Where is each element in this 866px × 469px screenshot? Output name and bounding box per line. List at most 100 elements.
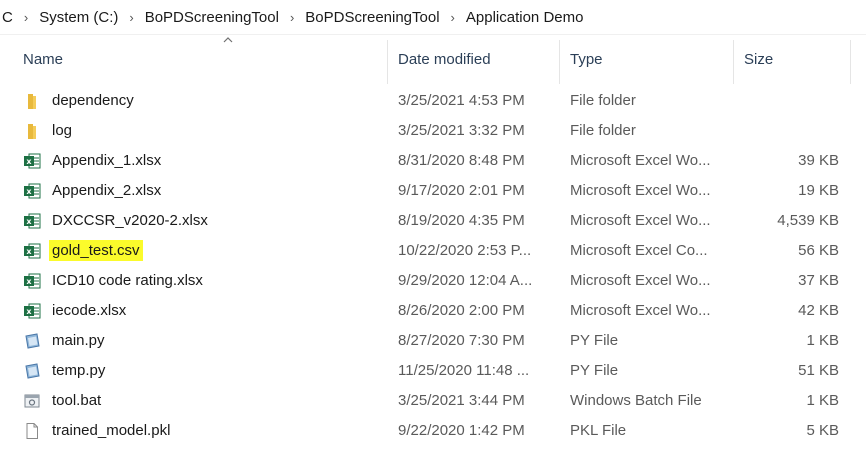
file-row[interactable]: x Appendix_2.xlsx 9/17/2020 2:01 PM Micr… bbox=[0, 176, 866, 206]
excel-icon: x bbox=[24, 213, 41, 229]
file-date: 3/25/2021 3:44 PM bbox=[398, 392, 525, 409]
svg-text:x: x bbox=[26, 247, 32, 256]
file-list: dependency 3/25/2021 4:53 PM File folder… bbox=[0, 86, 866, 446]
excel-icon: x bbox=[24, 183, 41, 199]
column-header-name-label: Name bbox=[23, 50, 64, 68]
file-size: 5 KB bbox=[806, 422, 839, 439]
excel-icon: x bbox=[24, 153, 41, 169]
file-date: 9/17/2020 2:01 PM bbox=[398, 182, 525, 199]
excel-icon: x bbox=[24, 303, 41, 319]
file-name: main.py bbox=[52, 332, 105, 349]
column-header-type-label: Type bbox=[570, 50, 603, 68]
file-type: File folder bbox=[570, 122, 636, 139]
file-name: Appendix_2.xlsx bbox=[52, 182, 162, 199]
file-name: log bbox=[52, 122, 73, 139]
file-row[interactable]: dependency 3/25/2021 4:53 PM File folder bbox=[0, 86, 866, 116]
column-header-size[interactable]: Size bbox=[744, 34, 844, 84]
file-date: 11/25/2020 11:48 ... bbox=[398, 362, 530, 379]
file-name: tool.bat bbox=[52, 392, 102, 409]
folder-icon bbox=[28, 124, 36, 139]
column-divider[interactable] bbox=[559, 40, 560, 84]
python-file-icon bbox=[25, 333, 40, 349]
file-size: 1 KB bbox=[806, 392, 839, 409]
file-row[interactable]: x ICD10 code rating.xlsx 9/29/2020 12:04… bbox=[0, 266, 866, 296]
file-type: Microsoft Excel Co... bbox=[570, 242, 708, 259]
file-name: DXCCSR_v2020-2.xlsx bbox=[52, 212, 208, 229]
excel-csv-icon: x bbox=[24, 243, 41, 259]
breadcrumb: C › System (C:) › BoPDScreeningTool › Bo… bbox=[0, 0, 866, 35]
file-type: Microsoft Excel Wo... bbox=[570, 302, 711, 319]
breadcrumb-item-bopdscreeningtool-inner[interactable]: BoPDScreeningTool bbox=[302, 9, 442, 26]
chevron-right-icon[interactable]: › bbox=[282, 10, 302, 25]
file-size: 51 KB bbox=[798, 362, 839, 379]
file-row[interactable]: trained_model.pkl 9/22/2020 1:42 PM PKL … bbox=[0, 416, 866, 446]
file-date: 8/31/2020 8:48 PM bbox=[398, 152, 525, 169]
file-date: 8/19/2020 4:35 PM bbox=[398, 212, 525, 229]
file-date: 8/27/2020 7:30 PM bbox=[398, 332, 525, 349]
file-size: 19 KB bbox=[798, 182, 839, 199]
file-row[interactable]: x DXCCSR_v2020-2.xlsx 8/19/2020 4:35 PM … bbox=[0, 206, 866, 236]
svg-text:x: x bbox=[26, 187, 32, 196]
file-row[interactable]: main.py 8/27/2020 7:30 PM PY File 1 KB bbox=[0, 326, 866, 356]
file-name: gold_test.csv bbox=[49, 236, 143, 266]
svg-text:x: x bbox=[26, 307, 32, 316]
column-divider[interactable] bbox=[850, 40, 851, 84]
breadcrumb-item-application-demo[interactable]: Application Demo bbox=[463, 9, 587, 26]
file-date: 3/25/2021 4:53 PM bbox=[398, 92, 525, 109]
file-row[interactable]: x Appendix_1.xlsx 8/31/2020 8:48 PM Micr… bbox=[0, 146, 866, 176]
file-size: 37 KB bbox=[798, 272, 839, 289]
breadcrumb-item-c[interactable]: C bbox=[0, 9, 16, 26]
batch-file-icon bbox=[24, 394, 40, 408]
column-header-name[interactable]: Name bbox=[23, 34, 383, 84]
column-header-date-label: Date modified bbox=[398, 50, 491, 68]
file-size: 1 KB bbox=[806, 332, 839, 349]
file-row[interactable]: log 3/25/2021 3:32 PM File folder bbox=[0, 116, 866, 146]
file-type: File folder bbox=[570, 92, 636, 109]
file-size: 39 KB bbox=[798, 152, 839, 169]
file-size: 42 KB bbox=[798, 302, 839, 319]
column-header-row: Name Date modified Type Size bbox=[0, 34, 866, 84]
column-header-date[interactable]: Date modified bbox=[398, 34, 558, 84]
file-type: PY File bbox=[570, 332, 619, 349]
file-name: Appendix_1.xlsx bbox=[52, 152, 162, 169]
file-name: dependency bbox=[52, 92, 134, 109]
file-size: 4,539 KB bbox=[777, 212, 839, 229]
file-type: Microsoft Excel Wo... bbox=[570, 182, 711, 199]
svg-text:x: x bbox=[26, 157, 32, 166]
column-divider[interactable] bbox=[733, 40, 734, 84]
file-date: 9/22/2020 1:42 PM bbox=[398, 422, 525, 439]
breadcrumb-item-system-c[interactable]: System (C:) bbox=[36, 9, 121, 26]
file-name: iecode.xlsx bbox=[52, 302, 127, 319]
file-date: 9/29/2020 12:04 A... bbox=[398, 272, 533, 289]
column-header-size-label: Size bbox=[744, 50, 774, 68]
file-name: temp.py bbox=[52, 362, 106, 379]
breadcrumb-item-bopdscreeningtool[interactable]: BoPDScreeningTool bbox=[142, 9, 282, 26]
chevron-right-icon[interactable]: › bbox=[443, 10, 463, 25]
file-name: ICD10 code rating.xlsx bbox=[52, 272, 203, 289]
file-type: Microsoft Excel Wo... bbox=[570, 212, 711, 229]
file-type: PKL File bbox=[570, 422, 627, 439]
file-name: trained_model.pkl bbox=[52, 422, 171, 439]
file-type: Microsoft Excel Wo... bbox=[570, 152, 711, 169]
python-file-icon bbox=[25, 363, 40, 379]
file-row[interactable]: temp.py 11/25/2020 11:48 ... PY File 51 … bbox=[0, 356, 866, 386]
file-date: 8/26/2020 2:00 PM bbox=[398, 302, 525, 319]
file-type: PY File bbox=[570, 362, 619, 379]
column-divider[interactable] bbox=[387, 40, 388, 84]
file-date: 10/22/2020 2:53 P... bbox=[398, 242, 532, 259]
highlighted-file-name: gold_test.csv bbox=[49, 240, 143, 261]
column-header-type[interactable]: Type bbox=[570, 34, 720, 84]
file-row[interactable]: x gold_test.csv 10/22/2020 2:53 P... Mic… bbox=[0, 236, 866, 266]
sort-ascending-icon bbox=[223, 37, 233, 43]
file-type: Windows Batch File bbox=[570, 392, 702, 409]
file-size: 56 KB bbox=[798, 242, 839, 259]
svg-text:x: x bbox=[26, 217, 32, 226]
file-row[interactable]: tool.bat 3/25/2021 3:44 PM Windows Batch… bbox=[0, 386, 866, 416]
chevron-right-icon[interactable]: › bbox=[16, 10, 36, 25]
chevron-right-icon[interactable]: › bbox=[121, 10, 141, 25]
file-date: 3/25/2021 3:32 PM bbox=[398, 122, 525, 139]
file-row[interactable]: x iecode.xlsx 8/26/2020 2:00 PM Microsof… bbox=[0, 296, 866, 326]
svg-text:x: x bbox=[26, 277, 32, 286]
excel-icon: x bbox=[24, 273, 41, 289]
folder-icon bbox=[28, 94, 36, 109]
